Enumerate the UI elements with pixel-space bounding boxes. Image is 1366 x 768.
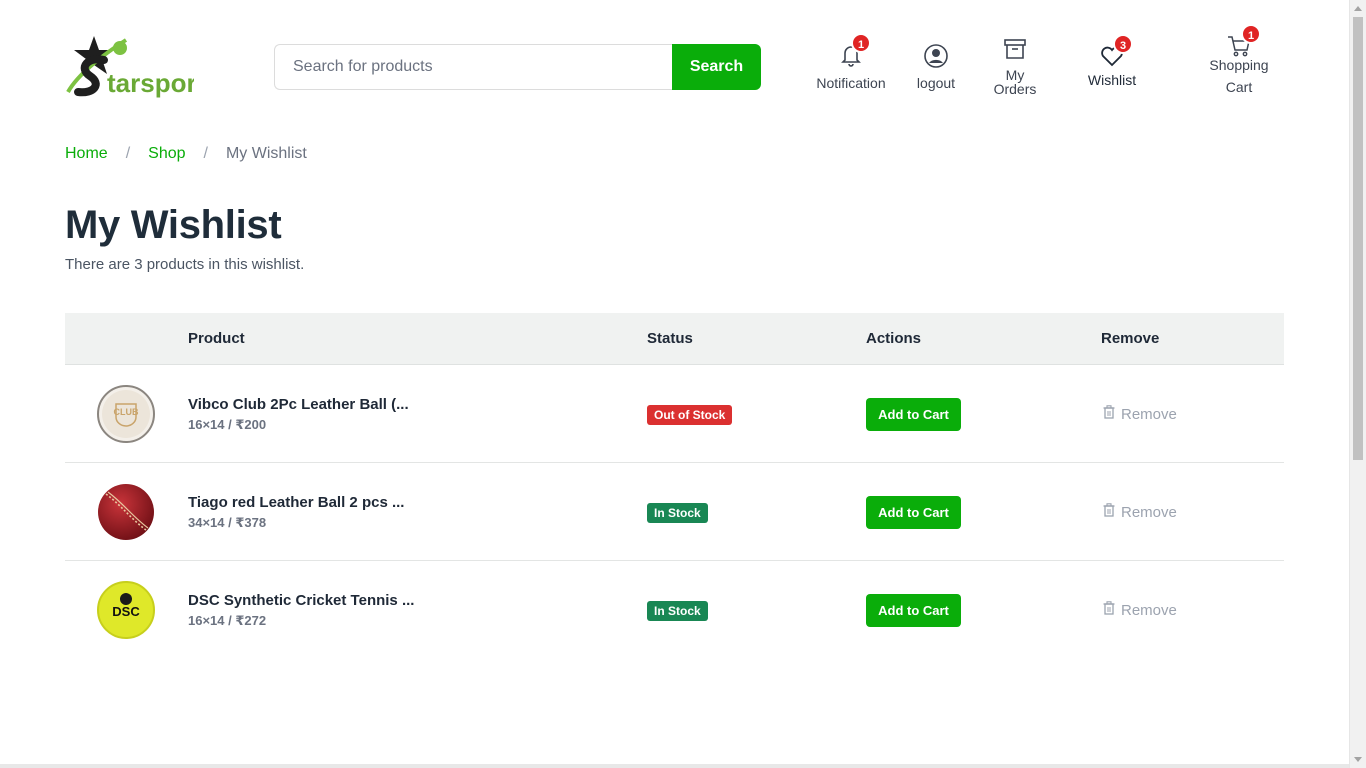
nav-wishlist[interactable]: 3 Wishlist [1084,34,1140,88]
page-subtitle: There are 3 products in this wishlist. [65,256,305,273]
remove-label: Remove [1121,503,1177,521]
product-image-white-leather-ball[interactable]: CLUB [96,384,156,444]
vertical-scrollbar[interactable] [1349,0,1366,768]
product-meta: 16×14 / ₹200 [188,417,267,432]
ball-brand-text: DSC [112,604,140,619]
table-row: CLUB Vibco Club 2Pc Leather Ball (... 16… [65,365,1284,463]
archive-box-icon [1003,37,1027,61]
table-header: Product Status Actions Remove [65,313,1284,365]
wishlist-table: Product Status Actions Remove CLUB Vibco… [65,313,1284,659]
site-header: tarsport Search 1 Notification logout My… [0,0,1349,130]
product-meta: 16×14 / ₹272 [188,613,267,628]
my-orders-label-line2: Orders [993,81,1037,97]
remove-label: Remove [1121,601,1177,619]
status-badge: In Stock [647,601,708,621]
status-badge: In Stock [647,503,708,523]
remove-button[interactable]: Remove [1103,601,1177,619]
product-name[interactable]: Tiago red Leather Ball 2 pcs ... [188,494,404,511]
remove-button[interactable]: Remove [1103,503,1177,521]
nav-notification[interactable]: 1 Notification [813,33,889,91]
wishlist-count-badge: 3 [1113,34,1133,54]
breadcrumb-home-link[interactable]: Home [65,145,108,163]
user-circle-icon [923,43,949,69]
status-badge: Out of Stock [647,405,733,425]
horizontal-scrollbar[interactable] [0,764,1349,768]
product-meta: 34×14 / ₹378 [188,515,267,530]
search-bar: Search [274,44,761,90]
table-row: Tiago red Leather Ball 2 pcs ... 34×14 /… [65,463,1284,561]
nav-logout[interactable]: logout [911,43,961,90]
add-to-cart-button[interactable]: Add to Cart [866,496,961,529]
breadcrumb-separator: / [125,145,131,162]
trash-icon [1103,405,1115,423]
scrollbar-thumb[interactable] [1353,17,1363,460]
search-button[interactable]: Search [672,44,761,90]
nav-shopping-cart[interactable]: 1 Shopping Cart [1204,24,1274,98]
notification-count-badge: 1 [851,33,871,53]
scroll-down-arrow-icon[interactable] [1350,751,1366,768]
logo-text: tarsport [107,68,194,98]
product-image-red-leather-ball[interactable] [96,482,156,542]
logout-label: logout [916,75,956,91]
table-row: DSC DSC Synthetic Cricket Tennis ... 16×… [65,561,1284,659]
cart-icon: 1 [1227,24,1261,57]
header-status: Status [647,330,693,347]
breadcrumb: Home / Shop / My Wishlist [65,145,307,163]
remove-label: Remove [1121,405,1177,423]
bell-icon: 1 [839,33,871,68]
notification-label: Notification [816,75,886,91]
search-input[interactable] [274,44,672,90]
scroll-up-arrow-icon[interactable] [1350,0,1366,17]
breadcrumb-shop-link[interactable]: Shop [148,145,185,163]
add-to-cart-button[interactable]: Add to Cart [866,398,961,431]
header-product: Product [188,330,245,347]
nav-my-orders[interactable]: My Orders [990,37,1040,96]
shopping-cart-label-line2: Cart [1225,79,1253,95]
ball-brand-text: CLUB [114,407,139,417]
product-image-yellow-tennis-ball[interactable]: DSC [96,580,156,640]
breadcrumb-current: My Wishlist [225,145,307,162]
product-name[interactable]: DSC Synthetic Cricket Tennis ... [188,592,414,609]
heart-icon: 3 [1100,34,1133,67]
breadcrumb-separator: / [203,145,208,162]
product-name[interactable]: Vibco Club 2Pc Leather Ball (... [188,396,409,413]
remove-button[interactable]: Remove [1103,405,1177,423]
add-to-cart-button[interactable]: Add to Cart [866,594,961,627]
header-actions: Actions [866,330,922,347]
cart-count-badge: 1 [1241,24,1261,44]
trash-icon [1103,503,1115,521]
my-orders-label-line1: My [1005,67,1025,83]
starsport-logo[interactable]: tarsport [64,34,206,98]
wishlist-label: Wishlist [1087,72,1137,88]
shopping-cart-label-line1: Shopping [1209,57,1269,73]
page-title: My Wishlist [65,203,282,247]
header-remove: Remove [1101,330,1160,347]
trash-icon [1103,601,1115,619]
